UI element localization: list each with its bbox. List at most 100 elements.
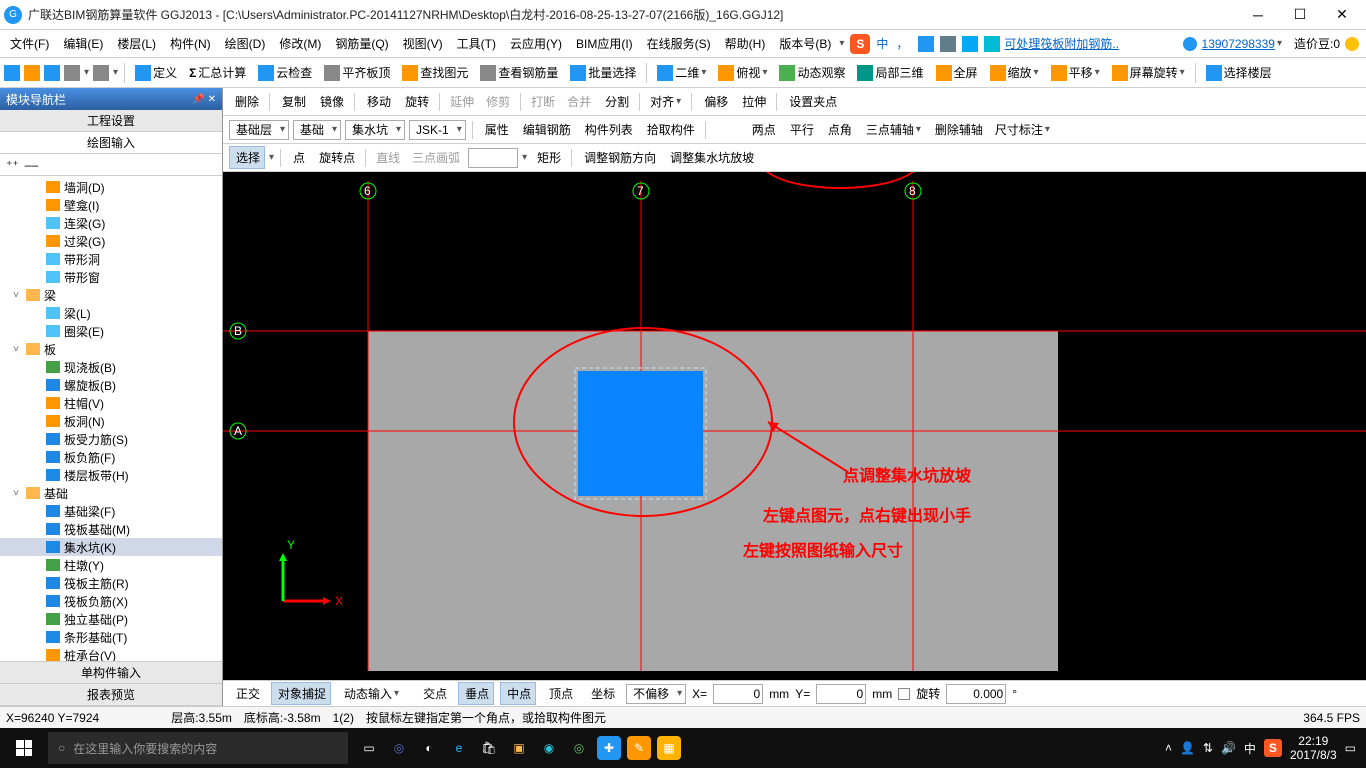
menu-cloud[interactable]: 云应用(Y)	[504, 33, 568, 54]
complist-button[interactable]: 构件列表	[579, 119, 637, 140]
rotate-button[interactable]: 旋转	[399, 91, 433, 112]
fullscreen-button[interactable]: 全屏	[932, 62, 982, 83]
maximize-button[interactable]: ☐	[1280, 3, 1320, 27]
dynview-button[interactable]: 动态观察	[775, 62, 849, 83]
type-select[interactable]: 集水坑	[345, 120, 405, 140]
align-button[interactable]: 对齐▾	[646, 91, 685, 112]
findelem-button[interactable]: 查找图元	[398, 62, 472, 83]
offset-select[interactable]: 不偏移	[626, 684, 686, 704]
tray-volume-icon[interactable]: 🔊	[1221, 741, 1236, 755]
tray-chevron-icon[interactable]: ˄	[1165, 741, 1172, 755]
tree-node[interactable]: 独立基础(P)	[0, 610, 222, 628]
coord-toggle[interactable]: 坐标	[584, 682, 620, 705]
tree-node[interactable]: ˅板	[0, 340, 222, 358]
tree-node[interactable]: 墙洞(D)	[0, 178, 222, 196]
tree-node[interactable]: 筏板基础(M)	[0, 520, 222, 538]
intsec-toggle[interactable]: 交点	[416, 682, 452, 705]
menu-floor[interactable]: 楼层(L)	[111, 33, 162, 54]
tray-ime[interactable]: 中	[1244, 740, 1256, 757]
tree-node[interactable]: 筏板负筋(X)	[0, 592, 222, 610]
menu-view[interactable]: 视图(V)	[397, 33, 449, 54]
redo-icon[interactable]	[93, 65, 109, 81]
twopt-button[interactable]: 两点	[746, 119, 780, 140]
category-select[interactable]: 基础	[293, 120, 341, 140]
task-app1-icon[interactable]: ◎	[384, 728, 414, 768]
osnap-toggle[interactable]: 对象捕捉	[271, 682, 331, 705]
dyninput-toggle[interactable]: 动态输入▾	[337, 682, 404, 705]
tree-node[interactable]: 条形基础(T)	[0, 628, 222, 646]
start-button[interactable]	[0, 728, 48, 768]
nav-tab-draw[interactable]: 绘图输入	[0, 132, 222, 154]
tree-node[interactable]: 螺旋板(B)	[0, 376, 222, 394]
editrebar-button[interactable]: 编辑钢筋	[517, 119, 575, 140]
task-explorer-icon[interactable]: ▣	[504, 728, 534, 768]
batchsel-button[interactable]: 批量选择	[566, 62, 640, 83]
pan-button[interactable]: 平移▾	[1047, 62, 1104, 83]
task-app2-icon[interactable]: ◐	[414, 728, 444, 768]
menu-modify[interactable]: 修改(M)	[273, 33, 327, 54]
sumcalc-button[interactable]: Σ汇总计算	[185, 62, 250, 83]
tree-node[interactable]: 板受力筋(S)	[0, 430, 222, 448]
instance-select[interactable]: JSK-1	[409, 120, 466, 140]
layer-select[interactable]: 基础层	[229, 120, 289, 140]
collapse-icon[interactable]: ‒‒	[25, 158, 38, 172]
tree-node[interactable]: 圈梁(E)	[0, 322, 222, 340]
screenrot-button[interactable]: 屏幕旋转▾	[1108, 62, 1189, 83]
shirt-icon[interactable]	[962, 36, 978, 52]
undo-icon[interactable]	[64, 65, 80, 81]
pin-icon[interactable]: 📌 ✕	[192, 94, 216, 105]
tree-node[interactable]: ˅基础	[0, 484, 222, 502]
menu-component[interactable]: 构件(N)	[164, 33, 217, 54]
user-icon[interactable]	[1182, 36, 1198, 52]
tree-node[interactable]: 带形窗	[0, 268, 222, 286]
perp-toggle[interactable]: 垂点	[458, 682, 494, 705]
pickcomp-button[interactable]: 拾取构件	[641, 119, 699, 140]
keyboard-icon[interactable]	[940, 36, 956, 52]
selfloor-button[interactable]: 选择楼层	[1202, 62, 1276, 83]
menu-rebar[interactable]: 钢筋量(Q)	[329, 33, 394, 54]
task-app5-icon[interactable]: ✎	[627, 736, 651, 760]
tree-node[interactable]: 桩承台(V)	[0, 646, 222, 661]
rot-input[interactable]	[946, 684, 1006, 704]
minimize-button[interactable]: ─	[1238, 3, 1278, 27]
mirror-button[interactable]: 镜像	[314, 91, 348, 112]
delete-button[interactable]: 删除	[229, 91, 263, 112]
ime-indicator-icon[interactable]: S	[850, 34, 870, 54]
task-app3-icon[interactable]: ◉	[534, 728, 564, 768]
adjsump-button[interactable]: 调整集水坑放坡	[664, 147, 758, 168]
move-button[interactable]: 移动	[361, 91, 395, 112]
tree-node[interactable]: 板洞(N)	[0, 412, 222, 430]
wrench-icon[interactable]	[984, 36, 1000, 52]
open-icon[interactable]	[24, 65, 40, 81]
component-tree[interactable]: 墙洞(D)壁龛(I)连梁(G)过梁(G)带形洞带形窗˅梁梁(L)圈梁(E)˅板现…	[0, 176, 222, 661]
leveltop-button[interactable]: 平齐板顶	[320, 62, 394, 83]
menu-online[interactable]: 在线服务(S)	[641, 33, 717, 54]
task-app6-icon[interactable]: ▦	[657, 736, 681, 760]
menu-tools[interactable]: 工具(T)	[451, 33, 502, 54]
cloudcheck-button[interactable]: 云检查	[254, 62, 316, 83]
split-button[interactable]: 分割	[599, 91, 633, 112]
menu-file[interactable]: 文件(F)	[4, 33, 55, 54]
threeaux-button[interactable]: 三点辅轴▾	[860, 119, 925, 140]
user-id[interactable]: 13907298339	[1202, 37, 1275, 51]
tree-node[interactable]: 柱帽(V)	[0, 394, 222, 412]
zoom-button[interactable]: 缩放▾	[986, 62, 1043, 83]
task-app4-icon[interactable]: ◎	[564, 728, 594, 768]
select-button[interactable]: 选择	[229, 146, 265, 169]
nav-bot-single[interactable]: 单构件输入	[0, 662, 222, 684]
new-icon[interactable]	[4, 65, 20, 81]
tree-node[interactable]: 壁龛(I)	[0, 196, 222, 214]
expand-icon[interactable]: ⁺⁺	[6, 158, 19, 172]
point-button[interactable]: 点	[287, 147, 309, 168]
ortho-toggle[interactable]: 正交	[229, 682, 265, 705]
apex-toggle[interactable]: 顶点	[542, 682, 578, 705]
setgrip-button[interactable]: 设置夹点	[783, 91, 841, 112]
task-edge-icon[interactable]: e	[444, 728, 474, 768]
dimmark-button[interactable]: 尺寸标注▾	[991, 119, 1054, 140]
coin-icon[interactable]	[1344, 36, 1360, 52]
task-store-icon[interactable]: 🛍	[474, 728, 504, 768]
nav-tab-settings[interactable]: 工程设置	[0, 110, 222, 132]
tray-notification-icon[interactable]: ▭	[1345, 741, 1356, 755]
nav-bot-report[interactable]: 报表预览	[0, 684, 222, 706]
menu-draw[interactable]: 绘图(D)	[219, 33, 272, 54]
